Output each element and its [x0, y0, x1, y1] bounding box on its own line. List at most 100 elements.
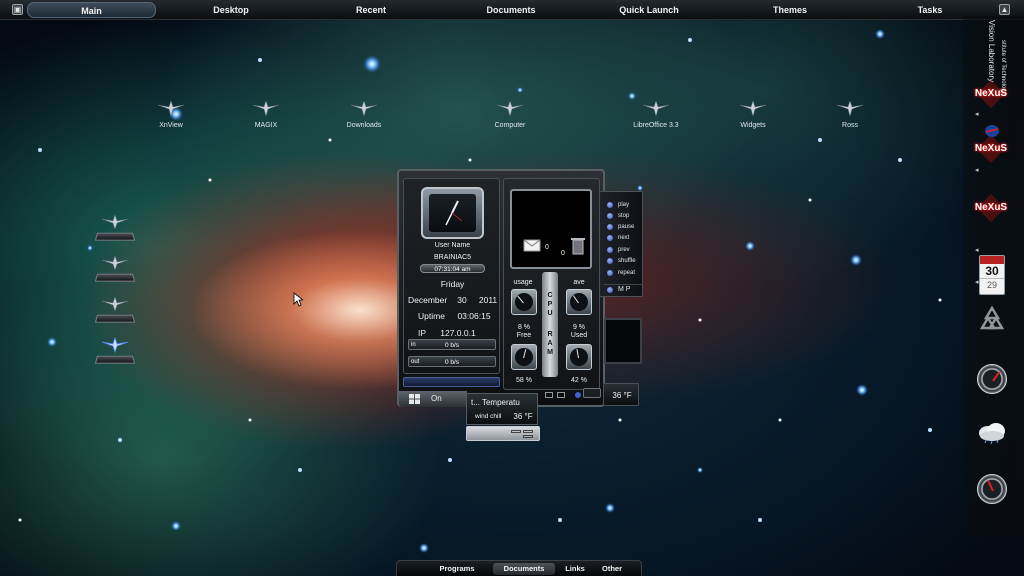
window-icon[interactable]: ▣ — [12, 4, 23, 15]
weather-popup: t... Temperatu wind chill 36 °F — [466, 393, 538, 425]
desktop-icon-ross[interactable]: Ross — [805, 99, 895, 129]
net-in-value: 0 b/s — [444, 342, 460, 349]
calendar-day-next: 29 — [980, 278, 1004, 291]
cpu-letter: U — [547, 310, 553, 317]
dock-arrow-icon[interactable]: ◂ — [975, 110, 979, 118]
tab-main[interactable]: Main — [27, 2, 156, 18]
cpu-ave-label: ave — [573, 279, 585, 286]
media-prev[interactable]: prev — [604, 245, 642, 255]
ram-used-label: Used — [570, 332, 588, 339]
pause-icon — [607, 224, 613, 230]
station-icon — [101, 214, 129, 230]
ram-free-value: 58 % — [516, 377, 532, 384]
mini-button[interactable] — [557, 392, 565, 398]
left-dock-item[interactable] — [94, 214, 136, 244]
dock-arrow-icon[interactable]: ◂ — [975, 246, 979, 254]
desktop-icon-label: Downloads — [346, 122, 382, 129]
station-icon — [739, 100, 767, 117]
desktop-icon-widgets[interactable]: Widgets — [708, 99, 798, 129]
net-in-label: in — [411, 342, 416, 348]
desktop-icon-computer[interactable]: Computer — [465, 99, 555, 129]
tab-themes[interactable]: Themes — [745, 2, 835, 18]
mail-trash-screen: 0 0 — [510, 189, 592, 269]
media-stop[interactable]: stop — [604, 211, 642, 221]
left-dock-item[interactable] — [94, 255, 136, 285]
ram-free-label: Free — [516, 332, 532, 339]
desktop-icon-label: XnView — [159, 122, 183, 129]
day-text: 30 — [457, 295, 467, 305]
weekday-text: Friday — [440, 279, 465, 289]
media-pause[interactable]: pause — [604, 222, 642, 232]
media-label: shuffle — [618, 258, 636, 264]
media-repeat[interactable]: repeat — [604, 268, 642, 278]
status-led — [575, 392, 581, 398]
tab-programs[interactable]: Programs — [437, 563, 477, 575]
media-label: repeat — [618, 270, 636, 276]
dock-gauge-icon[interactable] — [977, 364, 1007, 394]
extra-widget-frame — [604, 318, 642, 364]
station-icon — [836, 100, 864, 117]
dock-tray — [94, 314, 136, 323]
cpu-letter: P — [547, 301, 553, 308]
month-text: December — [408, 295, 448, 305]
on-label: On — [431, 394, 442, 403]
ram-letter: A — [547, 340, 553, 347]
nexus-logo-2[interactable]: NeXuS — [974, 134, 1008, 165]
left-dock-item[interactable] — [94, 296, 136, 326]
toggle-switch[interactable] — [583, 388, 601, 398]
mail-icon[interactable] — [523, 239, 541, 252]
left-dock-item[interactable] — [94, 337, 136, 367]
tab-links[interactable]: Links — [560, 563, 590, 575]
year-text: 2011 — [478, 295, 498, 305]
net-in-bar: in 0 b/s — [408, 339, 496, 350]
start-area[interactable]: On — [399, 391, 467, 407]
media-footer[interactable]: M P — [604, 284, 642, 294]
media-play[interactable]: play — [604, 200, 642, 210]
nexus-logo-3[interactable]: NeXuS — [974, 193, 1008, 224]
media-shuffle[interactable]: shuffle — [604, 256, 642, 266]
station-icon — [101, 296, 129, 312]
desktop-icon-label: Computer — [494, 122, 526, 129]
station-icon — [101, 337, 129, 353]
tab-quick-launch[interactable]: Quick Launch — [604, 2, 694, 18]
tab-documents[interactable]: Documents — [466, 2, 556, 18]
dock-arrow-icon[interactable]: ◂ — [975, 166, 979, 174]
station-icon — [350, 100, 378, 117]
tab-other[interactable]: Other — [597, 563, 627, 575]
nexus-logo-1[interactable]: NeXuS — [974, 79, 1008, 110]
mini-button[interactable] — [545, 392, 553, 398]
ram-used-gauge — [566, 344, 592, 370]
ip-label: IP — [418, 328, 427, 338]
trash-icon[interactable] — [571, 237, 585, 255]
dock-tray — [94, 232, 136, 241]
mail-count: 0 — [545, 244, 549, 251]
tab-recent[interactable]: Recent — [326, 2, 416, 18]
recycle-bin-icon[interactable] — [978, 306, 1006, 332]
media-next[interactable]: next — [604, 233, 642, 243]
tab-tasks[interactable]: Tasks — [885, 2, 975, 18]
tab-desktop[interactable]: Desktop — [186, 2, 276, 18]
desktop-icon-xnview[interactable]: XnView — [126, 99, 216, 129]
weather-popup-base — [466, 426, 540, 441]
uptime-value: 03:06:15 — [457, 311, 491, 321]
calendar-widget[interactable]: 30 29 — [979, 255, 1005, 295]
ram-letter: R — [547, 331, 553, 338]
collapse-up-icon[interactable]: ▲ — [999, 4, 1010, 15]
cpu-letter: C — [547, 292, 553, 299]
media-label: play — [618, 202, 630, 208]
desktop-icon-magix[interactable]: MAGIX — [221, 99, 311, 129]
media-label: pause — [618, 224, 635, 230]
desktop-icon-libreoffice[interactable]: LibreOffice 3.3 — [611, 99, 701, 129]
vertical-institute-text: stitute of Technology — [1000, 40, 1006, 95]
temperature-mini: 36 °F — [603, 383, 639, 406]
desktop-icon-downloads[interactable]: Downloads — [319, 99, 409, 129]
dock-gauge-icon[interactable] — [977, 474, 1007, 504]
cpu-usage-value: 8 % — [517, 324, 531, 331]
net-out-label: out — [411, 359, 420, 365]
ram-free-gauge — [511, 344, 537, 370]
weather-cloud-icon[interactable] — [976, 420, 1008, 444]
weather-title: t... Temperatu — [471, 398, 520, 407]
shuffle-icon — [607, 258, 613, 264]
tab-documents-bottom[interactable]: Documents — [493, 563, 555, 575]
dock-arrow-icon[interactable]: ◂ — [975, 278, 979, 286]
